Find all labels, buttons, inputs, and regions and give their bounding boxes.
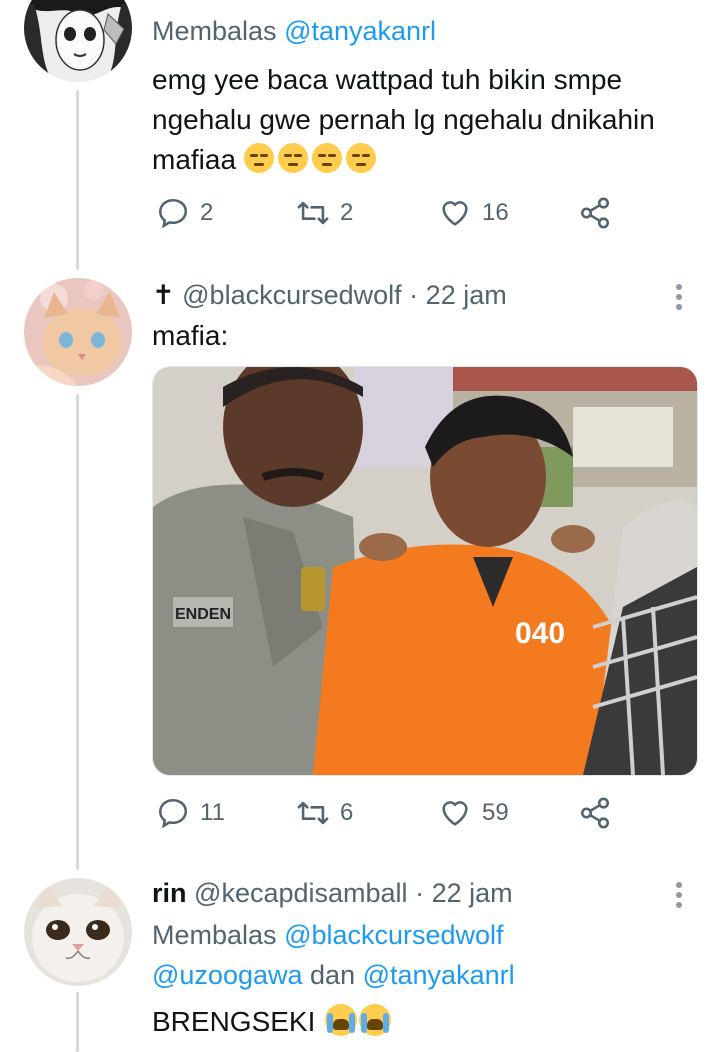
reply-handle-link[interactable]: @uzoogawa: [152, 960, 303, 990]
like-button[interactable]: 16: [438, 196, 509, 230]
badge-number: 040: [515, 617, 565, 650]
reply-handle-link[interactable]: @tanyakanrl: [363, 960, 515, 990]
reply-icon: [158, 198, 188, 229]
share-button[interactable]: [578, 196, 612, 230]
timestamp[interactable]: 22 jam: [432, 878, 513, 908]
more-options-icon[interactable]: [676, 280, 684, 314]
separator-dot: ·: [409, 280, 419, 310]
retweet-icon: [297, 801, 329, 825]
tweet-actions: 2 2 16: [152, 196, 632, 236]
avatar-white-cat[interactable]: [24, 878, 132, 986]
share-button[interactable]: [578, 796, 612, 830]
share-icon: [580, 197, 610, 229]
reply-to-line-2: @uzoogawa dan @tanyakanrl: [152, 960, 515, 991]
like-count: 16: [482, 199, 509, 226]
reply-prefix: Membalas: [152, 920, 277, 950]
heart-icon: [442, 201, 468, 226]
reply-count: 11: [200, 799, 225, 826]
reply-to-line: Membalas @tanyakanrl: [152, 16, 436, 47]
retweet-button[interactable]: 6: [296, 796, 353, 830]
tweet-photo[interactable]: ENDEN 040: [152, 366, 698, 776]
reply-to-line: Membalas @blackcursedwolf: [152, 920, 504, 951]
reply-button[interactable]: 2: [156, 196, 213, 230]
tweet-header: rin @kecapdisamball · 22 jam: [152, 878, 513, 909]
nameplate-text: ENDEN: [175, 606, 231, 623]
tweet-text-content: emg yee baca wattpad tuh bikin smpe ngeh…: [152, 64, 655, 175]
user-handle[interactable]: @kecapdisamball: [194, 878, 408, 908]
reply-icon: [158, 798, 188, 829]
thread-line-1: [76, 90, 79, 270]
thread-line-3: [76, 992, 79, 1052]
more-options-icon[interactable]: [676, 878, 684, 912]
separator-dot: ·: [415, 878, 425, 908]
display-name[interactable]: rin: [152, 878, 187, 908]
tweet-text: BRENGSEKI: [152, 1002, 392, 1042]
timestamp[interactable]: 22 jam: [426, 280, 507, 310]
tweet-text: emg yee baca wattpad tuh bikin smpe ngeh…: [152, 60, 692, 180]
reply-handle-link[interactable]: @tanyakanrl: [284, 16, 436, 46]
retweet-count: 2: [340, 199, 354, 226]
reply-and: dan: [310, 960, 356, 990]
share-icon: [580, 797, 610, 829]
heart-icon: [442, 801, 468, 826]
cross-symbol[interactable]: ✝: [152, 280, 175, 310]
reply-button[interactable]: 11: [156, 796, 225, 830]
user-handle[interactable]: @blackcursedwolf: [182, 280, 402, 310]
crying-emoji-icon: [323, 1004, 392, 1037]
tweet-text-content: BRENGSEKI: [152, 1006, 316, 1037]
tweet-header: ✝ @blackcursedwolf · 22 jam: [152, 280, 507, 311]
thread-line-2: [76, 394, 79, 870]
retweet-icon: [297, 201, 329, 225]
retweet-button[interactable]: 2: [296, 196, 353, 230]
avatar-anime[interactable]: [24, 0, 132, 82]
photo-illustration: ENDEN 040: [153, 367, 697, 775]
avatar-cat[interactable]: [24, 278, 132, 386]
tweet-actions: 11 6 59: [152, 796, 632, 836]
like-button[interactable]: 59: [438, 796, 509, 830]
reply-handle-link[interactable]: @blackcursedwolf: [284, 920, 504, 950]
pensive-emoji-icon: [243, 143, 380, 175]
like-count: 59: [482, 799, 509, 826]
reply-count: 2: [200, 199, 214, 226]
tweet-text: mafia:: [152, 320, 229, 351]
retweet-count: 6: [340, 799, 354, 826]
reply-prefix: Membalas: [152, 16, 277, 46]
